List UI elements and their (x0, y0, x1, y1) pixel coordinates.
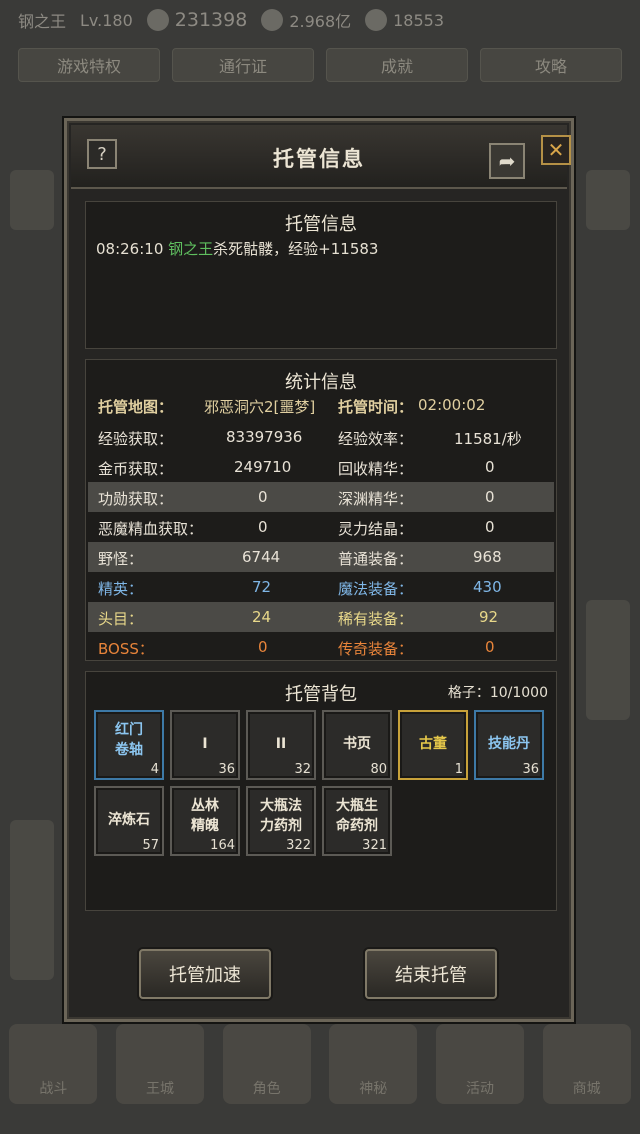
auto-battle-dialog: ? 托管信息 ➦ ✕ 托管信息 08:26:10 钢之王杀死骷髅，经验+1158… (64, 118, 574, 1022)
nav-mystery[interactable]: 神秘 (329, 1024, 418, 1104)
time-value: 02:00:02 (418, 396, 486, 414)
share-button[interactable]: ➦ (489, 143, 525, 179)
top-menu-row: 游戏特权 通行证 成就 攻略 (18, 48, 622, 86)
bag-item-large-mana-potion[interactable]: 大瓶法 力药剂 322 (246, 786, 316, 856)
bag-item-antique[interactable]: 古董 1 (398, 710, 468, 780)
bag-item-book-page[interactable]: 书页 80 (322, 710, 392, 780)
coin-icon (261, 9, 284, 31)
stat-row: 野怪： 6744 普通装备： 968 (88, 542, 554, 572)
bag-item-town-portal-scroll[interactable]: 红门 卷轴 4 (94, 710, 164, 780)
menu-tab-achievement[interactable]: 成就 (326, 48, 468, 82)
menu-tab-privilege[interactable]: 游戏特权 (18, 48, 160, 82)
bag-capacity: 格子：10/1000 (447, 685, 548, 701)
power-stat: 231398 (146, 9, 247, 31)
bag-item-rune-i[interactable]: I 36 (170, 710, 240, 780)
gem-icon (365, 9, 388, 31)
stat-row: BOSS： 0 传奇装备： 0 (98, 638, 495, 658)
close-button[interactable]: ✕ (541, 135, 571, 165)
bag-panel: 托管背包 格子：10/1000 红门 卷轴 4 I 36 II 32 书页 80 … (85, 671, 557, 911)
gold-stat: 2.968亿 (261, 8, 351, 32)
player-level: Lv.180 (80, 10, 133, 30)
log-message: 杀死骷髅，经验+11583 (213, 240, 379, 258)
nav-character[interactable]: 角色 (222, 1024, 311, 1104)
stat-row-map: 托管地图： 邪恶洞穴2[噩梦] 托管时间： 02:00:02 (88, 390, 554, 420)
gem-stat: 18553 (365, 9, 444, 31)
bag-item-skill-pill[interactable]: 技能丹 36 (474, 710, 544, 780)
nav-city[interactable]: 王城 (115, 1024, 204, 1104)
stat-row: 精英： 72 魔法装备： 430 (98, 578, 502, 598)
stat-row: 恶魔精血获取： 0 灵力结晶： 0 (98, 518, 495, 538)
side-panel-right[interactable] (586, 600, 630, 720)
log-panel: 托管信息 08:26:10 钢之王杀死骷髅，经验+11583 (85, 201, 557, 349)
nav-event[interactable]: 活动 (435, 1024, 524, 1104)
bag-item-refining-stone[interactable]: 淬炼石 57 (94, 786, 164, 856)
nav-shop[interactable]: 商城 (542, 1024, 631, 1104)
side-button-left[interactable] (10, 170, 54, 230)
stats-panel: 统计信息 托管地图： 邪恶洞穴2[噩梦] 托管时间： 02:00:02 经验获取… (85, 359, 557, 661)
log-time: 08:26:10 (96, 240, 164, 258)
top-status-bar: 钢之王 Lv.180 231398 2.968亿 18553 (0, 0, 640, 40)
side-button-right[interactable] (586, 170, 630, 230)
stat-row: 头目： 24 稀有装备： 92 (88, 602, 554, 632)
stat-row: 功勋获取： 0 深渊精华： 0 (88, 482, 554, 512)
log-entry: 08:26:10 钢之王杀死骷髅，经验+11583 (96, 238, 378, 259)
menu-tab-guide[interactable]: 攻略 (480, 48, 622, 82)
stat-row: 经验获取： 83397936 经验效率： 11581/秒 (98, 428, 522, 448)
side-tool-column[interactable] (10, 820, 54, 980)
map-value: 邪恶洞穴2[噩梦] (204, 398, 316, 416)
dialog-header: ? 托管信息 ➦ ✕ (71, 125, 571, 189)
menu-tab-pass[interactable]: 通行证 (172, 48, 314, 82)
nav-battle[interactable]: 战斗 (9, 1024, 98, 1104)
swords-icon (146, 9, 169, 31)
stat-row: 金币获取： 249710 回收精华： 0 (98, 458, 495, 478)
time-label: 托管时间： (338, 398, 414, 416)
bag-item-rune-ii[interactable]: II 32 (246, 710, 316, 780)
bag-item-jungle-soul[interactable]: 丛林 精魄 164 (170, 786, 240, 856)
end-auto-button[interactable]: 结束托管 (365, 949, 497, 999)
speed-up-button[interactable]: 托管加速 (139, 949, 271, 999)
log-player: 钢之王 (168, 240, 214, 258)
log-panel-title: 托管信息 (285, 214, 357, 235)
map-label: 托管地图： (98, 398, 174, 416)
player-name: 钢之王 (18, 12, 67, 31)
bag-item-large-health-potion[interactable]: 大瓶生 命药剂 321 (322, 786, 392, 856)
